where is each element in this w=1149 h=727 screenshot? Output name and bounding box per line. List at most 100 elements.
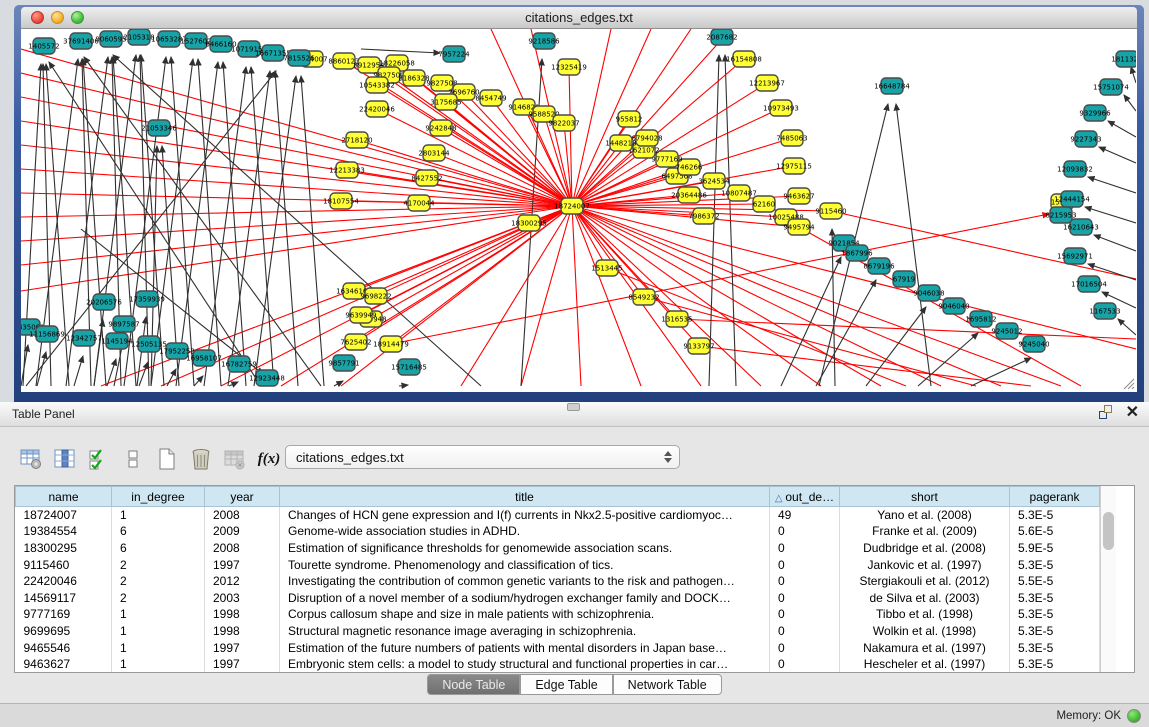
column-header-title[interactable]: title	[280, 487, 770, 507]
graph-node[interactable]: 9242848	[425, 120, 456, 136]
table-cell-year[interactable]: 2003	[205, 589, 280, 606]
row-height-button[interactable]	[118, 445, 148, 473]
graph-node[interactable]: 37691406	[63, 33, 99, 49]
table-cell-pagerank[interactable]: 5.3E-5	[1010, 639, 1100, 656]
graph-node[interactable]: 1405572	[28, 38, 59, 54]
column-header-year[interactable]: year	[205, 487, 280, 507]
graph-node[interactable]: 1513445	[591, 260, 622, 276]
graph-node[interactable]: 9463627	[783, 188, 814, 204]
table-cell-title[interactable]: Estimation of significance thresholds fo…	[280, 540, 770, 557]
table-row[interactable]: 977716911998Corpus callosum shape and si…	[16, 606, 1100, 623]
show-column-button[interactable]	[50, 445, 80, 473]
graph-node[interactable]: 3175685	[430, 94, 461, 110]
table-cell-short[interactable]: Nakamura et al. (1997)	[840, 639, 1010, 656]
network-canvas[interactable]: 1872400788601238912954182260589827509818…	[21, 29, 1137, 392]
graph-node[interactable]: 22420046	[359, 101, 395, 117]
graph-node[interactable]: 9495794	[783, 219, 815, 235]
graph-node[interactable]: 1316535	[661, 311, 692, 327]
table-cell-year[interactable]: 1998	[205, 606, 280, 623]
table-cell-pagerank[interactable]: 5.3E-5	[1010, 656, 1100, 673]
graph-node[interactable]: 9227343	[1070, 131, 1101, 147]
graph-node[interactable]: 7957224	[438, 46, 470, 62]
graph-node[interactable]: 1448218	[605, 135, 636, 151]
column-header-in_degree[interactable]: in_degree	[112, 487, 205, 507]
table-cell-title[interactable]: Investigating the contribution of common…	[280, 573, 770, 590]
table-row[interactable]: 946554611997Estimation of the future num…	[16, 639, 1100, 656]
table-cell-title[interactable]: Corpus callosum shape and size in male p…	[280, 606, 770, 623]
table-cell-out_de[interactable]: 0	[770, 573, 840, 590]
table-cell-out_de[interactable]: 49	[770, 507, 840, 524]
table-cell-title[interactable]: Disruption of a novel member of a sodium…	[280, 589, 770, 606]
graph-node[interactable]: 2105318	[123, 29, 154, 45]
graph-node[interactable]: 16648784	[874, 78, 910, 94]
table-scrollbar[interactable]	[1100, 486, 1116, 672]
graph-node[interactable]: 9857791	[328, 355, 359, 371]
minimize-window-icon[interactable]	[51, 11, 64, 24]
table-cell-name[interactable]: 9115460	[16, 556, 112, 573]
table-cell-year[interactable]: 1997	[205, 656, 280, 673]
table-cell-short[interactable]: Jankovic et al. (1997)	[840, 556, 1010, 573]
graph-node[interactable]: 9329966	[1079, 105, 1111, 121]
table-cell-title[interactable]: Tourette syndrome. Phenomenology and cla…	[280, 556, 770, 573]
table-cell-in_degree[interactable]: 1	[112, 507, 205, 524]
table-cell-in_degree[interactable]: 1	[112, 623, 205, 640]
graph-node[interactable]: 2087682	[706, 29, 737, 45]
graph-node[interactable]: 8215953	[1045, 207, 1076, 223]
table-row[interactable]: 911546021997Tourette syndrome. Phenomeno…	[16, 556, 1100, 573]
graph-node[interactable]: 67919	[893, 271, 915, 287]
node-table-grid[interactable]: namein_degreeyeartitle△ out_de…shortpage…	[15, 486, 1100, 672]
table-cell-out_de[interactable]: 0	[770, 656, 840, 673]
graph-node[interactable]: 2803144	[418, 145, 450, 161]
graph-node[interactable]: 9897587	[108, 316, 139, 332]
graph-node[interactable]: 16782759	[221, 356, 257, 372]
resize-grip-icon[interactable]	[1121, 376, 1135, 390]
table-cell-in_degree[interactable]: 1	[112, 639, 205, 656]
table-cell-out_de[interactable]: 0	[770, 540, 840, 557]
table-cell-pagerank[interactable]: 5.3E-5	[1010, 507, 1100, 524]
graph-node[interactable]: 12093832	[1057, 161, 1093, 177]
column-header-out_de[interactable]: △ out_de…	[770, 487, 840, 507]
table-cell-in_degree[interactable]: 1	[112, 606, 205, 623]
close-panel-icon[interactable]: ✕	[1126, 405, 1139, 421]
table-cell-in_degree[interactable]: 6	[112, 523, 205, 540]
graph-node[interactable]: 20206576	[86, 294, 122, 310]
column-header-short[interactable]: short	[840, 487, 1010, 507]
graph-node[interactable]: 1811326	[1111, 51, 1136, 67]
tab-network-table[interactable]: Network Table	[613, 674, 722, 695]
table-cell-short[interactable]: de Silva et al. (2003)	[840, 589, 1010, 606]
graph-node[interactable]: 18914479	[373, 336, 409, 352]
graph-node[interactable]: 7485063	[776, 130, 807, 146]
table-cell-in_degree[interactable]: 1	[112, 656, 205, 673]
table-cell-short[interactable]: Hescheler et al. (1997)	[840, 656, 1010, 673]
table-row[interactable]: 1938455462009Genome-wide association stu…	[16, 523, 1100, 540]
graph-node[interactable]: 18107554	[323, 193, 359, 209]
table-cell-year[interactable]: 1997	[205, 639, 280, 656]
graph-node[interactable]: 8427552	[411, 170, 442, 186]
table-cell-short[interactable]: Wolkin et al. (1998)	[840, 623, 1010, 640]
table-cell-out_de[interactable]: 0	[770, 623, 840, 640]
table-cell-year[interactable]: 2012	[205, 573, 280, 590]
table-scrollbar-thumb[interactable]	[1103, 512, 1114, 550]
table-cell-out_de[interactable]: 0	[770, 589, 840, 606]
graph-node[interactable]: 8454749	[475, 90, 506, 106]
table-cell-pagerank[interactable]: 5.3E-5	[1010, 556, 1100, 573]
table-row[interactable]: 969969511998Structural magnetic resonanc…	[16, 623, 1100, 640]
graph-node[interactable]: 15716485	[391, 359, 427, 375]
graph-node[interactable]: 7986372	[688, 208, 719, 224]
graph-node[interactable]: 8186328	[398, 70, 429, 86]
table-cell-name[interactable]: 14569117	[16, 589, 112, 606]
table-cell-year[interactable]: 2008	[205, 540, 280, 557]
table-cell-name[interactable]: 22420046	[16, 573, 112, 590]
tab-edge-table[interactable]: Edge Table	[521, 674, 611, 695]
graph-node[interactable]: 9822037	[548, 115, 579, 131]
table-cell-short[interactable]: Dudbridge et al. (2008)	[840, 540, 1010, 557]
table-row[interactable]: 1830029562008Estimation of significance …	[16, 540, 1100, 557]
graph-node[interactable]: 9133797	[683, 338, 714, 354]
column-header-pagerank[interactable]: pagerank	[1010, 487, 1100, 507]
graph-node[interactable]: 1145194	[101, 333, 133, 349]
table-cell-title[interactable]: Estimation of the future numbers of pati…	[280, 639, 770, 656]
table-selector-dropdown[interactable]: citations_edges.txt	[285, 445, 680, 469]
graph-node[interactable]: 9245012	[991, 323, 1022, 339]
table-cell-name[interactable]: 9777169	[16, 606, 112, 623]
graph-node[interactable]: 16154808	[726, 51, 762, 67]
